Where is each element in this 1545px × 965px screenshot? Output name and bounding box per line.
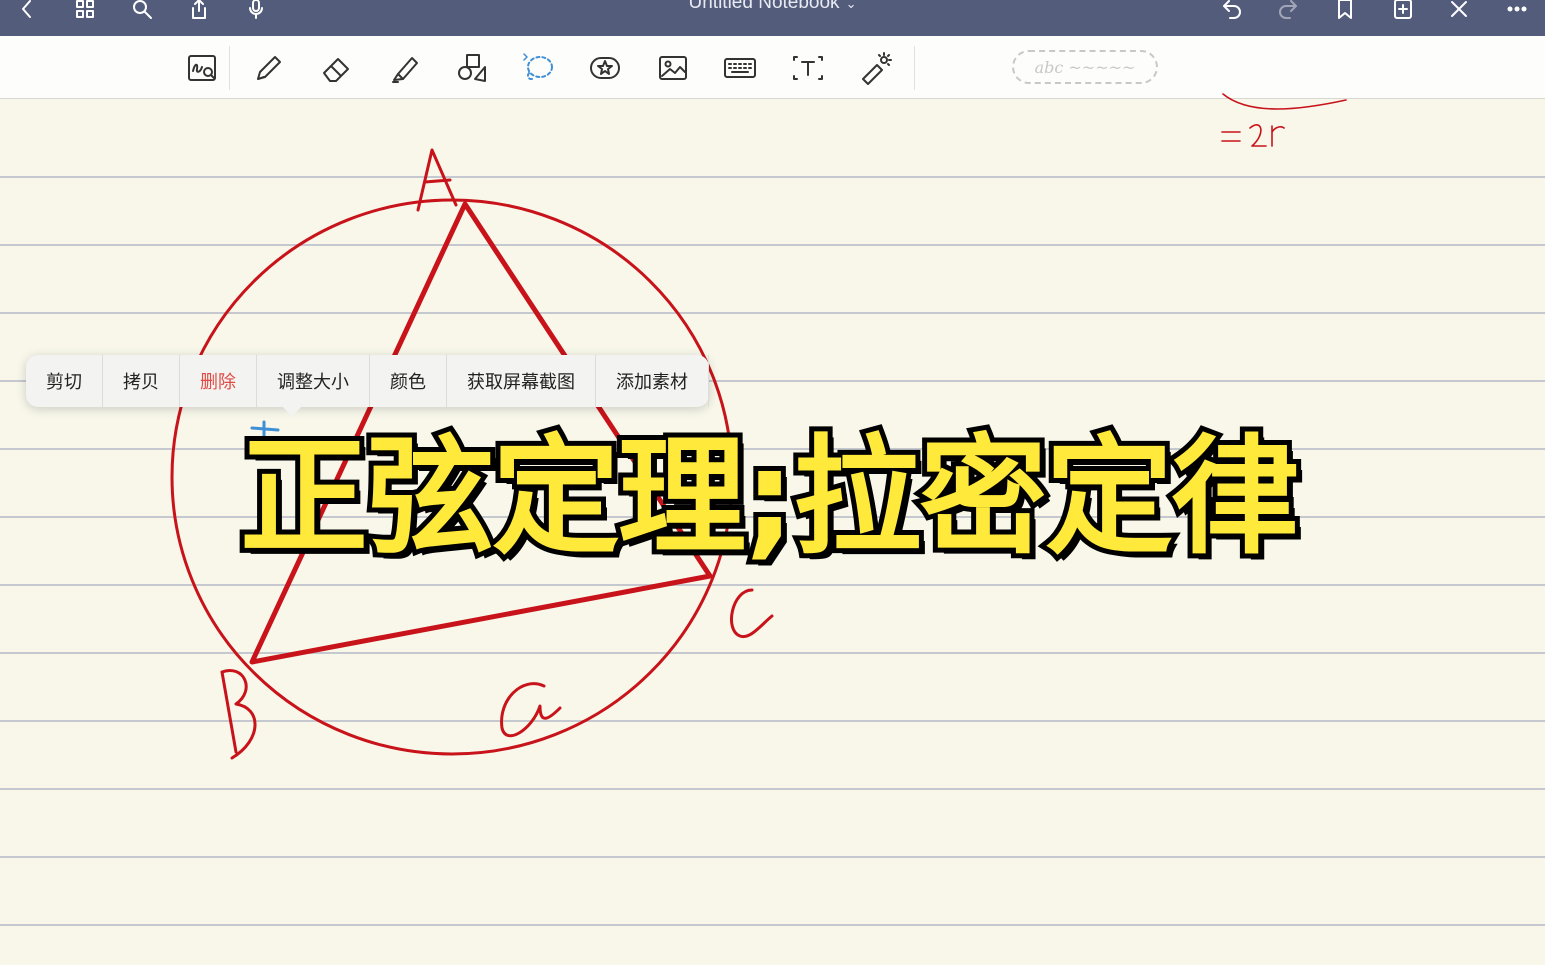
context-menu: 剪切 拷贝 删除 调整大小 颜色 获取屏幕截图 添加素材 xyxy=(26,355,709,417)
color-menu-item[interactable]: 颜色 xyxy=(370,355,447,407)
label-c-vertex xyxy=(730,588,774,639)
overlay-title: 正弦定理;拉密定律 xyxy=(235,418,1304,577)
resize-menu-item[interactable]: 调整大小 xyxy=(257,355,370,407)
label-a-side xyxy=(500,682,562,738)
add-to-elements-menu-item[interactable]: 添加素材 xyxy=(596,355,709,407)
cut-menu-item[interactable]: 剪切 xyxy=(26,355,103,407)
delete-menu-item[interactable]: 删除 xyxy=(180,355,257,407)
screenshot-menu-item[interactable]: 获取屏幕截图 xyxy=(447,355,596,407)
context-menu-pointer xyxy=(283,407,301,417)
note-2r xyxy=(1221,93,1347,147)
label-b-vertex xyxy=(220,669,257,760)
copy-menu-item[interactable]: 拷贝 xyxy=(103,355,180,407)
